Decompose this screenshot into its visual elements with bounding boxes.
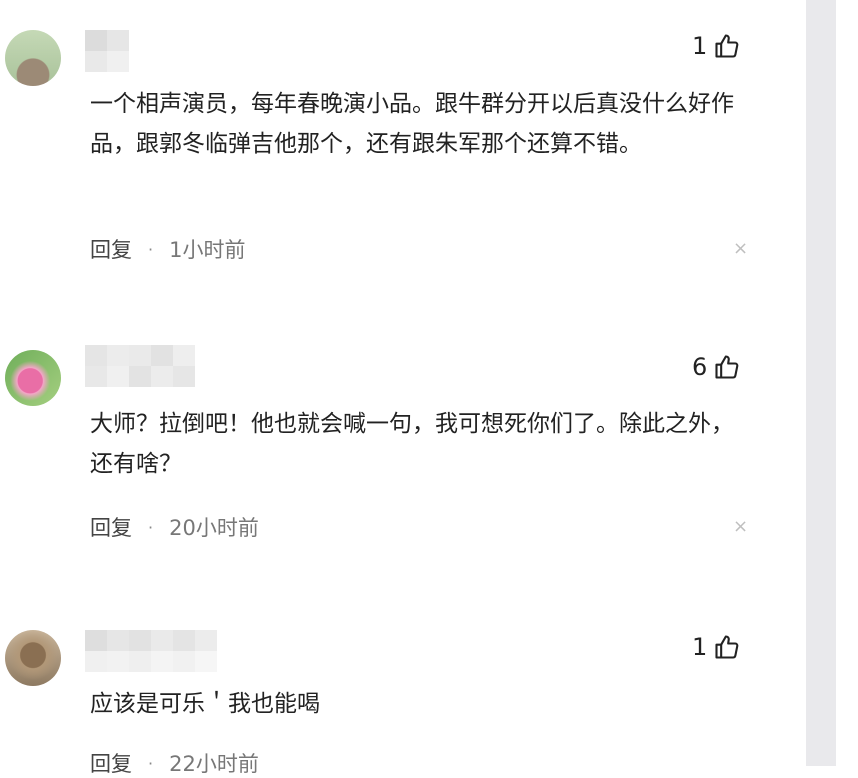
thumbs-up-icon xyxy=(715,635,739,659)
separator-dot: · xyxy=(148,753,154,773)
like-count: 6 xyxy=(692,353,708,381)
thumbs-up-icon xyxy=(715,355,739,379)
comment-text: 大师？拉倒吧！他也就会喊一句，我可想死你们了。除此之外，还有啥？ xyxy=(90,411,734,477)
like-button[interactable]: 1 xyxy=(692,32,741,60)
comment-actions: 回复 · 22小时前 xyxy=(90,748,259,778)
comment-time: 1小时前 xyxy=(169,238,246,262)
close-icon[interactable]: × xyxy=(733,238,748,259)
reply-button[interactable]: 回复 xyxy=(90,512,132,542)
username-blurred[interactable] xyxy=(85,345,205,387)
like-count: 1 xyxy=(692,633,708,661)
comment-time: 22小时前 xyxy=(169,752,259,776)
avatar[interactable] xyxy=(5,30,61,86)
reply-button[interactable]: 回复 xyxy=(90,234,132,264)
comment-actions: 回复 · 1小时前 xyxy=(90,234,245,264)
separator-dot: · xyxy=(148,517,154,537)
reply-button[interactable]: 回复 xyxy=(90,748,132,778)
thumbs-up-icon xyxy=(715,34,739,58)
like-button[interactable]: 1 xyxy=(692,633,741,661)
username-blurred[interactable] xyxy=(85,630,227,672)
comment-time: 20小时前 xyxy=(169,516,259,540)
comment-text: 应该是可乐＇我也能喝 xyxy=(90,691,320,717)
avatar[interactable] xyxy=(5,630,61,686)
like-button[interactable]: 6 xyxy=(692,353,741,381)
scrollbar-track[interactable] xyxy=(806,0,836,766)
comment-actions: 回复 · 20小时前 xyxy=(90,512,259,542)
close-icon[interactable]: × xyxy=(733,516,748,537)
like-count: 1 xyxy=(692,32,708,60)
username-blurred[interactable] xyxy=(85,30,129,72)
avatar[interactable] xyxy=(5,350,61,406)
comment-text: 一个相声演员，每年春晚演小品。跟牛群分开以后真没什么好作品，跟郭冬临弹吉他那个，… xyxy=(90,91,734,157)
separator-dot: · xyxy=(148,239,154,259)
